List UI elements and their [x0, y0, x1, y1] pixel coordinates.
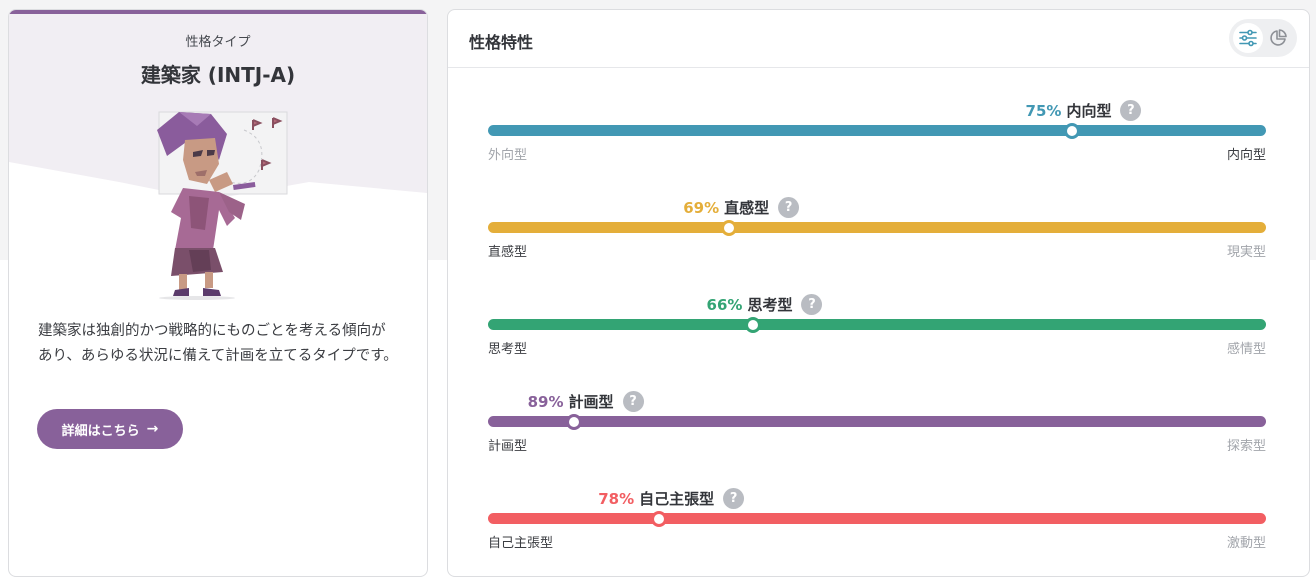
type-name: 建築家 (INTJ-A): [140, 63, 296, 87]
trait-right-label: 内向型: [1226, 148, 1266, 163]
help-icon[interactable]: ?: [778, 197, 800, 218]
traits-card: 性格特性 75% 内向型 ? 外向型 内向型 69% 直感型 ? 直感型 現実型…: [447, 9, 1310, 577]
card-accent-bar: [9, 10, 427, 14]
trait-track: [488, 222, 1266, 233]
type-kicker: 性格タイプ: [185, 35, 251, 50]
trait-percent: 66%: [706, 295, 743, 314]
details-button[interactable]: 詳細はこちら →: [37, 409, 183, 449]
trait-track: [488, 319, 1266, 330]
details-button-label: 詳細はこちら: [61, 423, 140, 439]
type-description: 建築家は独創的かつ戦略的にものごとを考える傾向があり、あらゆる状況に備えて計画を…: [38, 323, 398, 364]
trait-slider-knob[interactable]: [744, 317, 761, 333]
trait-slider-knob[interactable]: [721, 220, 738, 236]
trait-row: 75% 内向型? 外向型 内向型: [488, 100, 1266, 163]
trait-header: 89% 計画型?: [528, 391, 644, 412]
trait-header: 69% 直感型?: [683, 197, 800, 218]
trait-header: 66% 思考型?: [707, 294, 823, 315]
trait-header: 75% 内向型?: [1026, 100, 1142, 121]
trait-row: 69% 直感型? 直感型 現実型: [488, 197, 1266, 260]
trait-percent: 69%: [683, 198, 720, 217]
trait-slider-knob[interactable]: [565, 414, 582, 430]
help-icon[interactable]: ?: [723, 488, 745, 509]
trait-name: 思考型: [747, 296, 793, 314]
trait-track: [488, 416, 1266, 427]
trait-percent: 89%: [527, 392, 564, 411]
trait-right-label: 探索型: [1226, 439, 1266, 454]
traits-header: 性格特性: [448, 10, 1309, 68]
trait-percent: 75%: [1025, 101, 1062, 120]
trait-track: [488, 513, 1266, 524]
trait-row: 89% 計画型? 計画型 探索型: [488, 391, 1266, 454]
trait-name: 直感型: [724, 199, 770, 217]
trait-right-label: 激動型: [1226, 536, 1266, 551]
trait-left-label: 思考型: [488, 342, 528, 357]
trait-left-label: 外向型: [488, 148, 528, 163]
architect-illustration: [157, 111, 288, 300]
help-icon[interactable]: ?: [801, 294, 823, 315]
trait-name: 自己主張型: [639, 490, 715, 508]
trait-left-label: 計画型: [488, 439, 528, 454]
trait-slider-knob[interactable]: [651, 511, 668, 527]
sliders-icon: [1239, 29, 1257, 47]
trait-header: 78% 自己主張型?: [598, 488, 745, 509]
trait-row: 66% 思考型? 思考型 感情型: [488, 294, 1266, 357]
arrow-right-icon: →: [146, 421, 159, 437]
trait-left-label: 直感型: [488, 245, 528, 260]
trait-right-label: 感情型: [1226, 342, 1266, 357]
trait-slider-knob[interactable]: [1063, 123, 1080, 139]
personality-type-card: 性格タイプ 建築家 (INTJ-A) 建築家は独創的かつ戦略的にものごとを考える…: [8, 9, 428, 577]
view-toggle: [1229, 19, 1297, 57]
trait-name: 内向型: [1066, 102, 1112, 120]
trait-right-label: 現実型: [1226, 245, 1266, 260]
trait-row: 78% 自己主張型? 自己主張型 激動型: [488, 488, 1266, 551]
pie-view-button[interactable]: [1263, 23, 1293, 53]
trait-percent: 78%: [598, 489, 635, 508]
pie-chart-icon: [1270, 29, 1287, 46]
help-icon[interactable]: ?: [1120, 100, 1142, 121]
sliders-view-button[interactable]: [1233, 23, 1263, 53]
help-icon[interactable]: ?: [622, 391, 644, 412]
traits-title: 性格特性: [469, 33, 534, 52]
trait-name: 計画型: [568, 393, 614, 411]
trait-track: [488, 125, 1266, 136]
trait-left-label: 自己主張型: [488, 536, 554, 551]
